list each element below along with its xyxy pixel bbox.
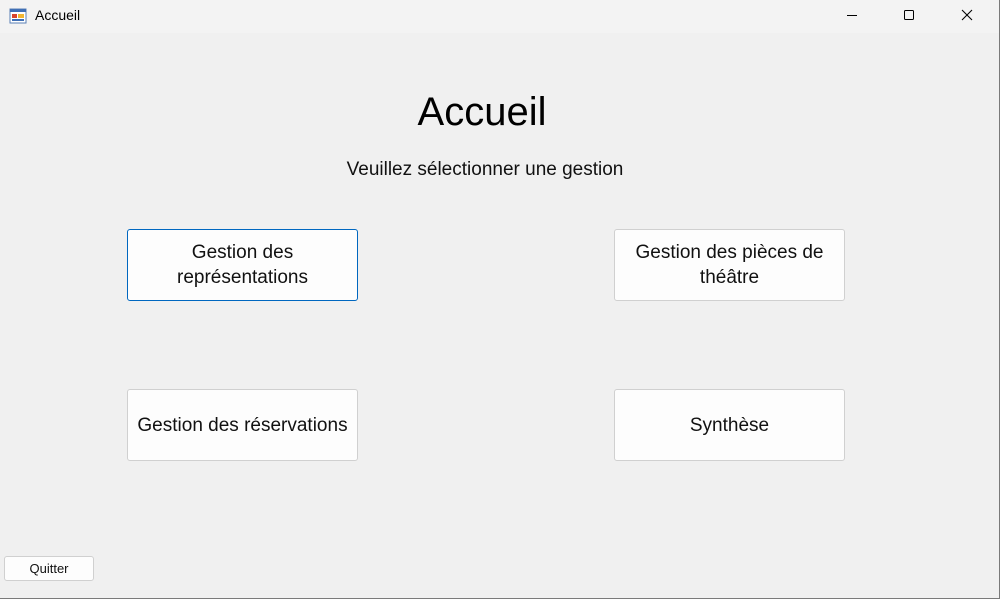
quit-button[interactable]: Quitter <box>4 556 94 581</box>
minimize-button[interactable] <box>823 0 881 33</box>
title-bar[interactable]: Accueil <box>0 0 999 33</box>
window-title: Accueil <box>35 7 81 23</box>
gestion-reservations-button[interactable]: Gestion des réservations <box>127 389 358 461</box>
synthese-button[interactable]: Synthèse <box>614 389 845 461</box>
gestion-representations-button[interactable]: Gestion des représentations <box>127 229 358 301</box>
page-title: Accueil <box>417 90 547 134</box>
page-subtitle: Veuillez sélectionner une gestion <box>346 159 624 180</box>
close-icon <box>961 8 973 26</box>
app-icon <box>9 7 27 25</box>
maximize-icon <box>903 8 915 26</box>
maximize-button[interactable] <box>880 0 938 33</box>
main-window: Accueil Accueil Veuillez sélectionner un… <box>0 0 1000 599</box>
close-button[interactable] <box>938 0 996 33</box>
minimize-icon <box>846 8 858 26</box>
gestion-pieces-button[interactable]: Gestion des pièces de théâtre <box>614 229 845 301</box>
